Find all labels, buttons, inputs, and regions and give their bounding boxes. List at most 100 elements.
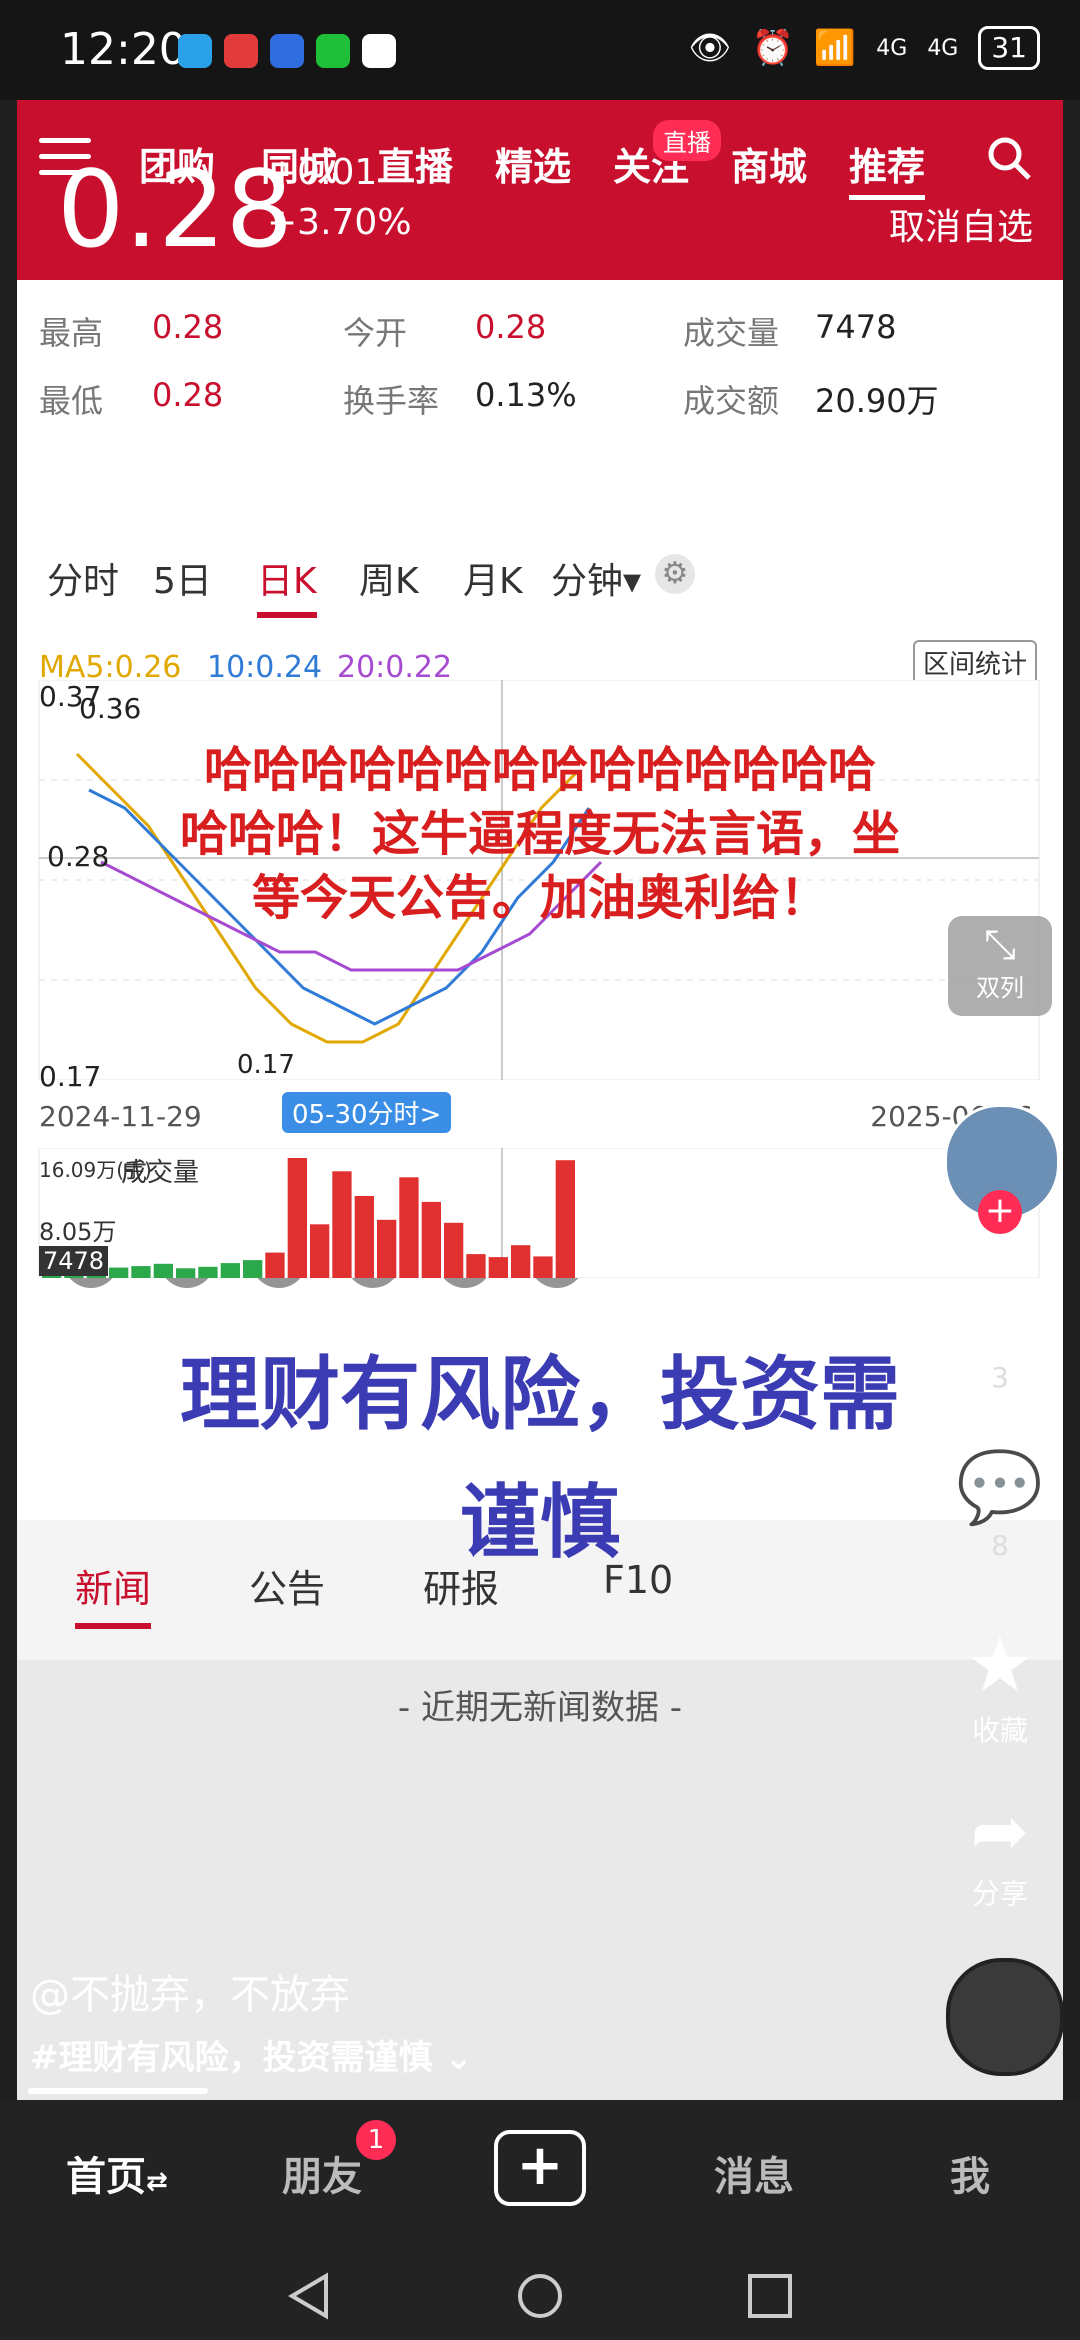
menu-icon[interactable] <box>39 136 91 176</box>
friends-badge: 1 <box>356 2120 396 2160</box>
volume-bar <box>466 1254 486 1278</box>
nav-tuangou[interactable]: 团购 <box>139 136 215 191</box>
cursor-date-label[interactable]: 05-30分时> <box>282 1092 452 1133</box>
share-icon: ➦ <box>970 1790 1030 1872</box>
nav-home-label: 首页 <box>66 2154 146 2200</box>
wifi-icon: 📶 <box>813 28 857 68</box>
max-marker: 0.36 <box>79 692 142 725</box>
progress-bar[interactable] <box>28 2088 208 2094</box>
like-count: 3 <box>991 1361 1009 1394</box>
create-button[interactable]: + <box>494 2130 586 2206</box>
hashtag[interactable]: #理财有风险，投资需谨慎 ⌄ <box>30 2030 473 2079</box>
gear-icon[interactable]: ⚙ <box>655 554 695 594</box>
tab-minute-label: 分钟 <box>551 561 624 602</box>
amount-value: 20.90万 <box>815 382 939 420</box>
back-icon[interactable] <box>286 2272 334 2320</box>
volume-bar <box>354 1196 374 1278</box>
tab-5day[interactable]: 5日 <box>153 552 212 604</box>
tab-weekly-k[interactable]: 周K <box>359 552 419 604</box>
tab-minute[interactable]: 分钟▾ <box>551 552 641 604</box>
volume-bar <box>243 1260 263 1278</box>
no-news-message: - 近期无新闻数据 - <box>397 1688 683 1728</box>
volume-bar <box>555 1160 575 1278</box>
chevron-down-icon: ⌄ <box>444 2038 473 2078</box>
quote-header: 0.28 +0.01 +3.70% 取消自选 团购 同城 直播 精选 关注 直播… <box>17 100 1063 280</box>
nav-recommend[interactable]: 推荐 <box>849 136 926 200</box>
range-stat-button[interactable]: 区间统计 <box>912 640 1037 685</box>
comment-count: 8 <box>991 1529 1009 1562</box>
like-button[interactable]: ♥ 3 <box>950 1268 1050 1394</box>
eye-icon: 👁 <box>688 28 732 68</box>
low-value: 0.28 <box>152 376 224 414</box>
volume-label: 成交量 <box>683 314 780 352</box>
system-nav <box>0 2250 1080 2340</box>
volume-title: 成交量 <box>121 1158 200 1188</box>
collapse-icon: ⤡ <box>984 922 1016 968</box>
nav-messages[interactable]: 消息 <box>714 2144 794 2202</box>
battery-indicator: 31 <box>978 26 1040 70</box>
overlay-text-blue-1: 理财有风险，投资需 <box>180 1348 900 1441</box>
amount-label: 成交额 <box>683 382 780 420</box>
min-marker: 0.17 <box>237 1050 295 1080</box>
star-icon: ★ <box>965 1620 1035 1709</box>
tab-intraday[interactable]: 分时 <box>47 552 119 604</box>
volume-value: 7478 <box>815 308 897 346</box>
nav-live[interactable]: 直播 <box>377 136 453 191</box>
volume-bar <box>488 1257 508 1278</box>
dual-column-button[interactable]: ⤡ 双列 <box>948 916 1052 1016</box>
volume-bar <box>153 1263 173 1278</box>
volume-bar <box>399 1177 419 1278</box>
share-label: 分享 <box>971 1877 1028 1910</box>
nav-tongcheng[interactable]: 同城 <box>261 136 337 191</box>
volume-bar <box>310 1224 330 1278</box>
volume-bar <box>198 1266 218 1278</box>
nav-mall[interactable]: 商城 <box>731 136 807 191</box>
comment-button[interactable]: 💬 8 <box>950 1446 1050 1562</box>
tab-daily-k[interactable]: 日K <box>257 552 317 618</box>
chart-tabs: 分时 5日 日K 周K 月K 分钟▾ ⚙ <box>17 520 1063 630</box>
nav-me[interactable]: 我 <box>950 2144 990 2202</box>
volume-bar <box>511 1245 531 1278</box>
volume-bar <box>421 1201 441 1278</box>
quote-stats: 最高 0.28 今开 0.28 成交量 7478 最低 0.28 换手率 0.1… <box>17 280 1063 520</box>
volume-mid-label: 8.05万 <box>39 1218 117 1246</box>
volume-bar <box>377 1219 397 1278</box>
favorite-button[interactable]: ★ 收藏 <box>950 1620 1050 1749</box>
search-icon[interactable] <box>985 134 1033 182</box>
nav-featured[interactable]: 精选 <box>495 136 571 191</box>
start-date: 2024-11-29 <box>39 1100 202 1133</box>
video-content[interactable]: 0.28 +0.01 +3.70% 取消自选 团购 同城 直播 精选 关注 直播… <box>17 100 1063 2100</box>
hashtag-text: #理财有风险，投资需谨慎 <box>30 2038 433 2078</box>
music-disc[interactable] <box>946 1958 1064 2076</box>
status-bar: 12:20 👁 ⏰ 📶 4G 4G 31 <box>0 0 1080 100</box>
tab-monthly-k[interactable]: 月K <box>463 552 523 604</box>
turnover-label: 换手率 <box>343 382 440 420</box>
share-button[interactable]: ➦ 分享 <box>950 1790 1050 1912</box>
top-nav: 团购 同城 直播 精选 关注 直播 商城 推荐 <box>17 120 1063 216</box>
qq-icon <box>362 34 396 68</box>
overlay-text-red-1: 哈哈哈哈哈哈哈哈哈哈哈哈哈哈 <box>203 742 876 798</box>
volume-bar <box>287 1158 307 1278</box>
live-badge: 直播 <box>653 120 721 161</box>
volume-bar <box>131 1266 151 1278</box>
volume-bar <box>220 1263 240 1278</box>
dual-column-label: 双列 <box>976 974 1024 1002</box>
ylabel-bottom: 0.17 <box>39 1060 102 1093</box>
volume-bar <box>265 1252 285 1278</box>
low-label: 最低 <box>39 382 104 420</box>
open-label: 今开 <box>343 314 408 352</box>
open-value: 0.28 <box>475 308 547 346</box>
home-icon[interactable] <box>516 2272 564 2320</box>
turnover-value: 0.13% <box>475 376 577 414</box>
volume-bar <box>533 1256 553 1278</box>
app-notification-icon <box>178 34 212 68</box>
nav-home[interactable]: 首页⇄ <box>66 2144 168 2202</box>
follow-plus-button[interactable]: + <box>978 1190 1022 1234</box>
author-name[interactable]: @不抛弃，不放弃 <box>30 1962 350 2020</box>
nav-friends[interactable]: 朋友 <box>282 2144 362 2202</box>
network-label: 4G <box>876 35 908 61</box>
recents-icon[interactable] <box>746 2272 794 2320</box>
clock: 12:20 <box>60 24 187 75</box>
wechat-icon <box>316 34 350 68</box>
heart-icon: ♥ <box>964 1268 1036 1361</box>
